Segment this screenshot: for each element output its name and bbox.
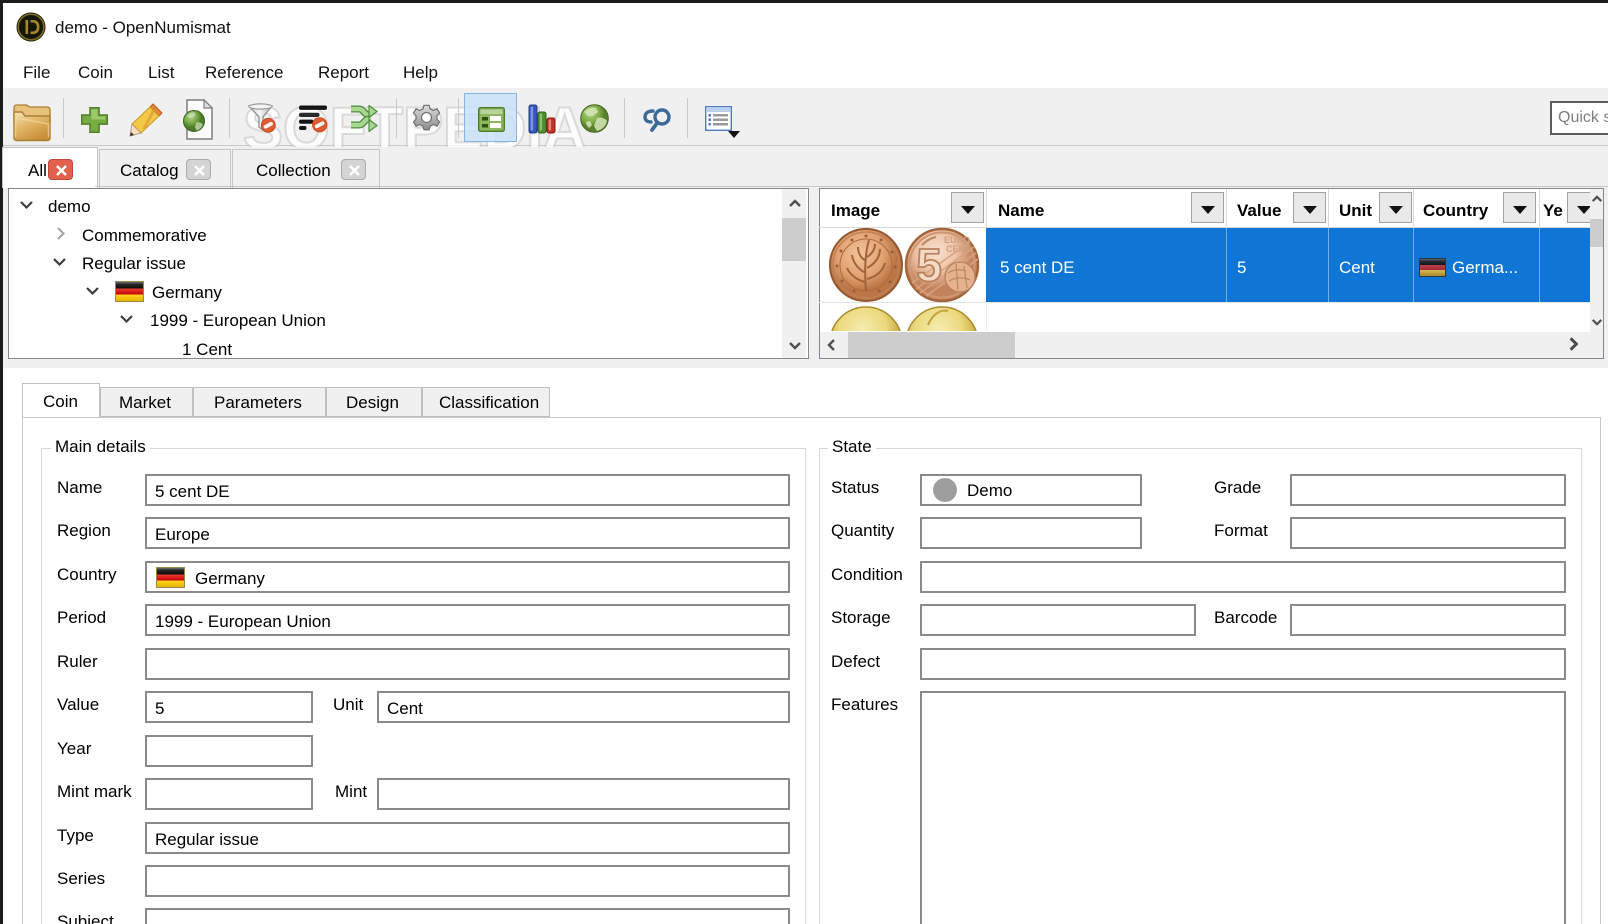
- svg-text:5: 5: [916, 239, 942, 291]
- svg-text:CENT: CENT: [946, 244, 971, 254]
